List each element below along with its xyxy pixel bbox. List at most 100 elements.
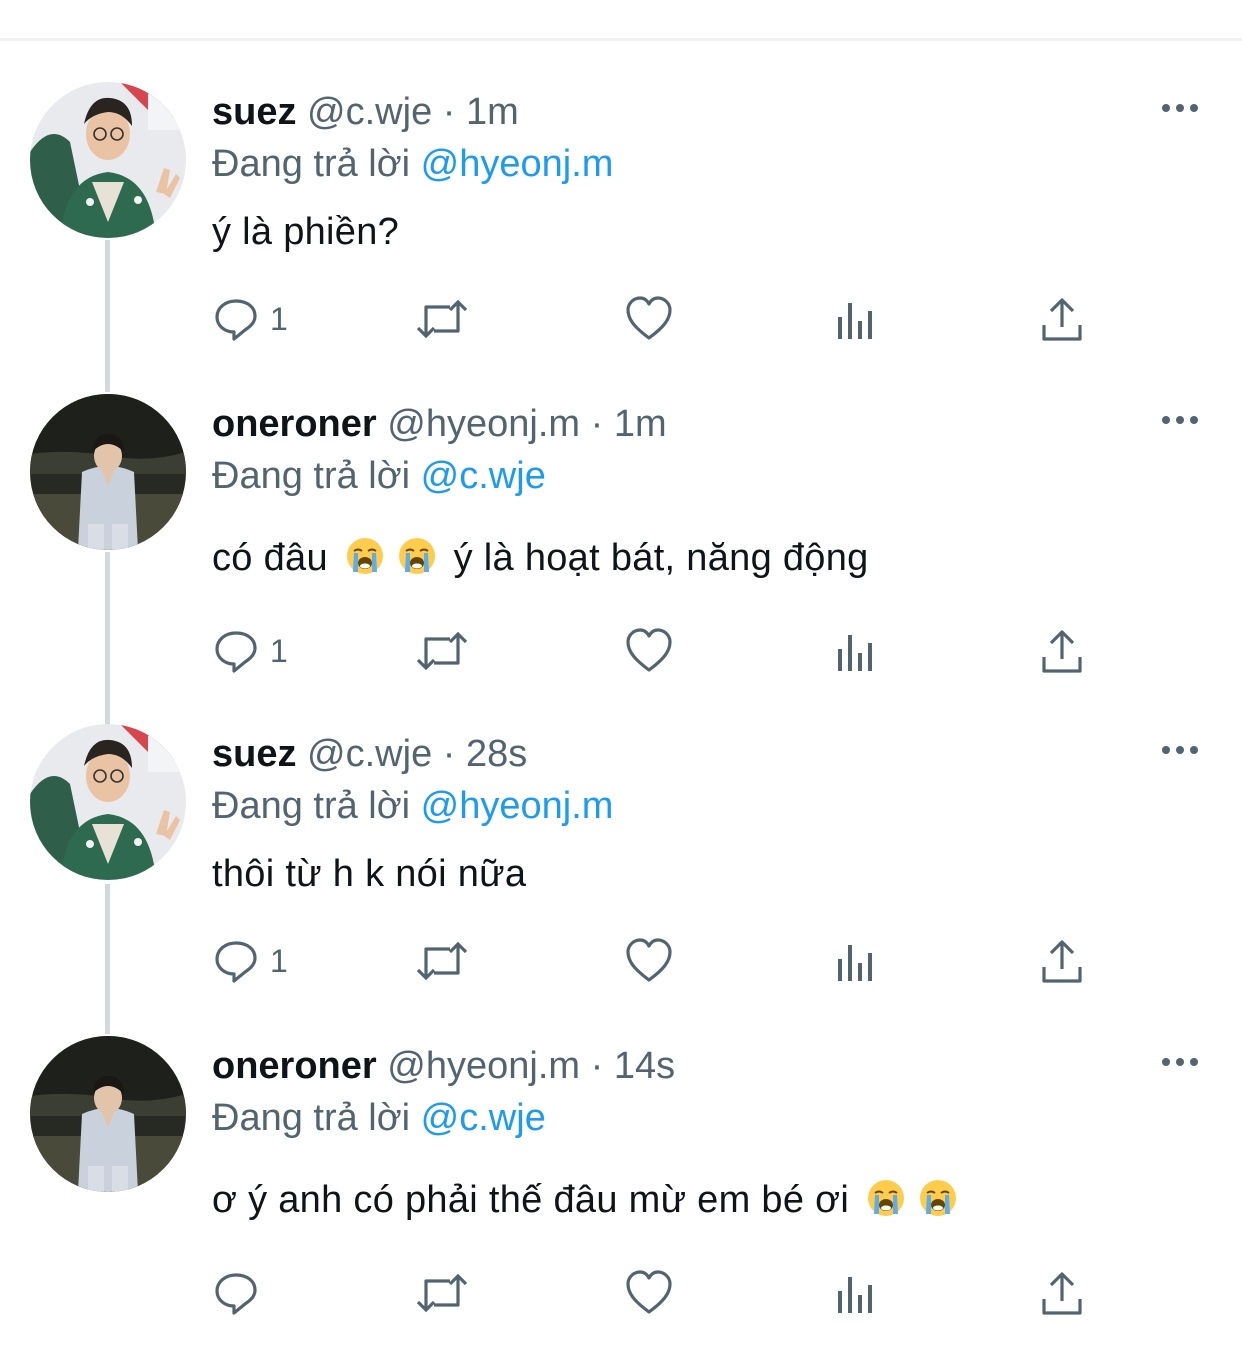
username[interactable]: @hyeonj.m	[387, 1045, 580, 1087]
timestamp[interactable]: 14s	[614, 1045, 675, 1087]
share-icon	[1042, 1272, 1082, 1315]
avatar[interactable]	[30, 394, 186, 550]
share-button[interactable]	[1038, 936, 1086, 986]
replying-to-label: Đang trả lời	[212, 1097, 411, 1139]
views-button[interactable]	[832, 1268, 880, 1318]
reply-icon	[215, 1273, 257, 1315]
retweet-icon	[416, 299, 468, 339]
loudly-crying-face-icon	[918, 1178, 958, 1218]
share-icon	[1042, 298, 1082, 341]
reply-icon	[215, 631, 257, 673]
tweet-header: suez @c.wje · 28s	[212, 730, 527, 778]
views-button[interactable]	[832, 294, 880, 344]
tweet-text: ý là phiền?	[212, 211, 400, 253]
tweet[interactable]: suez @c.wje · 1m Đang trả lời @hyeonj.m …	[0, 82, 1242, 412]
like-button[interactable]	[624, 1268, 674, 1318]
loudly-crying-face-icon	[866, 1178, 906, 1218]
more-icon[interactable]	[1158, 408, 1202, 432]
reply-button[interactable]: 1	[212, 294, 288, 344]
tweet-text-part: có đâu	[212, 537, 328, 579]
tweet-actions: 1	[212, 936, 1112, 986]
retweet-icon	[416, 1273, 468, 1313]
loudly-crying-face-icon	[397, 536, 437, 576]
like-button[interactable]	[624, 294, 674, 344]
tweet-text-part: ơ ý anh có phải thế đâu mừ em bé ơi	[212, 1179, 850, 1221]
views-icon	[838, 945, 872, 981]
retweet-button[interactable]	[414, 626, 470, 676]
like-icon	[626, 938, 672, 982]
share-button[interactable]	[1038, 626, 1086, 676]
reply-icon	[215, 941, 257, 983]
tweet-header: suez @c.wje · 1m	[212, 88, 519, 136]
tweet-actions	[212, 1268, 1112, 1318]
tweet-text: có đâu ý là hoạt bát, năng động	[212, 534, 869, 582]
retweet-icon	[416, 631, 468, 671]
retweet-button[interactable]	[414, 1268, 470, 1318]
mention-link[interactable]: @c.wje	[421, 455, 546, 497]
views-icon	[838, 635, 872, 671]
tweet-text-part: ý là hoạt bát, năng động	[453, 537, 869, 579]
more-icon[interactable]	[1158, 738, 1202, 762]
reply-button[interactable]	[212, 1268, 270, 1318]
tweet-text: ơ ý anh có phải thế đâu mừ em bé ơi	[212, 1176, 964, 1224]
username[interactable]: @c.wje	[307, 91, 432, 133]
share-button[interactable]	[1038, 1268, 1086, 1318]
more-icon[interactable]	[1158, 96, 1202, 120]
retweet-button[interactable]	[414, 936, 470, 986]
avatar[interactable]	[30, 1036, 186, 1192]
mention-link[interactable]: @c.wje	[421, 1097, 546, 1139]
tweet-actions: 1	[212, 294, 1112, 344]
tweet[interactable]: oneroner @hyeonj.m · 1m Đang trả lời @c.…	[0, 394, 1242, 724]
avatar[interactable]	[30, 724, 186, 880]
timestamp[interactable]: 1m	[614, 403, 667, 445]
reply-icon	[215, 299, 257, 341]
display-name[interactable]: suez	[212, 733, 296, 775]
separator: ·	[442, 91, 456, 133]
mention-link[interactable]: @hyeonj.m	[421, 143, 614, 185]
separator: ·	[442, 733, 456, 775]
replying-to: Đang trả lời @hyeonj.m	[212, 782, 613, 830]
views-icon	[838, 1277, 872, 1313]
replying-to-label: Đang trả lời	[212, 143, 411, 185]
tweet[interactable]: suez @c.wje · 28s Đang trả lời @hyeonj.m…	[0, 724, 1242, 1054]
replying-to-label: Đang trả lời	[212, 785, 411, 827]
username[interactable]: @hyeonj.m	[387, 403, 580, 445]
views-button[interactable]	[832, 626, 880, 676]
retweet-icon	[416, 941, 468, 981]
display-name[interactable]: oneroner	[212, 403, 377, 445]
timestamp[interactable]: 28s	[466, 733, 527, 775]
retweet-button[interactable]	[414, 294, 470, 344]
views-button[interactable]	[832, 936, 880, 986]
mention-link[interactable]: @hyeonj.m	[421, 785, 614, 827]
replying-to: Đang trả lời @hyeonj.m	[212, 140, 613, 188]
timestamp[interactable]: 1m	[466, 91, 519, 133]
replying-to: Đang trả lời @c.wje	[212, 1094, 546, 1142]
tweet[interactable]: oneroner @hyeonj.m · 14s Đang trả lời @c…	[0, 1036, 1242, 1366]
like-icon	[626, 296, 672, 340]
reply-count: 1	[270, 942, 288, 979]
reply-button[interactable]: 1	[212, 626, 288, 676]
tweet-header: oneroner @hyeonj.m · 14s	[212, 1042, 675, 1090]
display-name[interactable]: suez	[212, 91, 296, 133]
display-name[interactable]: oneroner	[212, 1045, 377, 1087]
share-icon	[1042, 940, 1082, 983]
like-icon	[626, 628, 672, 672]
like-button[interactable]	[624, 936, 674, 986]
share-button[interactable]	[1038, 294, 1086, 344]
separator: ·	[590, 403, 604, 445]
reply-button[interactable]: 1	[212, 936, 288, 986]
tweet-header: oneroner @hyeonj.m · 1m	[212, 400, 667, 448]
avatar[interactable]	[30, 82, 186, 238]
like-icon	[626, 1270, 672, 1314]
top-divider	[0, 38, 1242, 41]
username[interactable]: @c.wje	[307, 733, 432, 775]
tweet-actions: 1	[212, 626, 1112, 676]
replying-to: Đang trả lời @c.wje	[212, 452, 546, 500]
reply-count: 1	[270, 632, 288, 669]
views-icon	[838, 303, 872, 339]
more-icon[interactable]	[1158, 1050, 1202, 1074]
replying-to-label: Đang trả lời	[212, 455, 411, 497]
loudly-crying-face-icon	[345, 536, 385, 576]
like-button[interactable]	[624, 626, 674, 676]
share-icon	[1042, 630, 1082, 673]
